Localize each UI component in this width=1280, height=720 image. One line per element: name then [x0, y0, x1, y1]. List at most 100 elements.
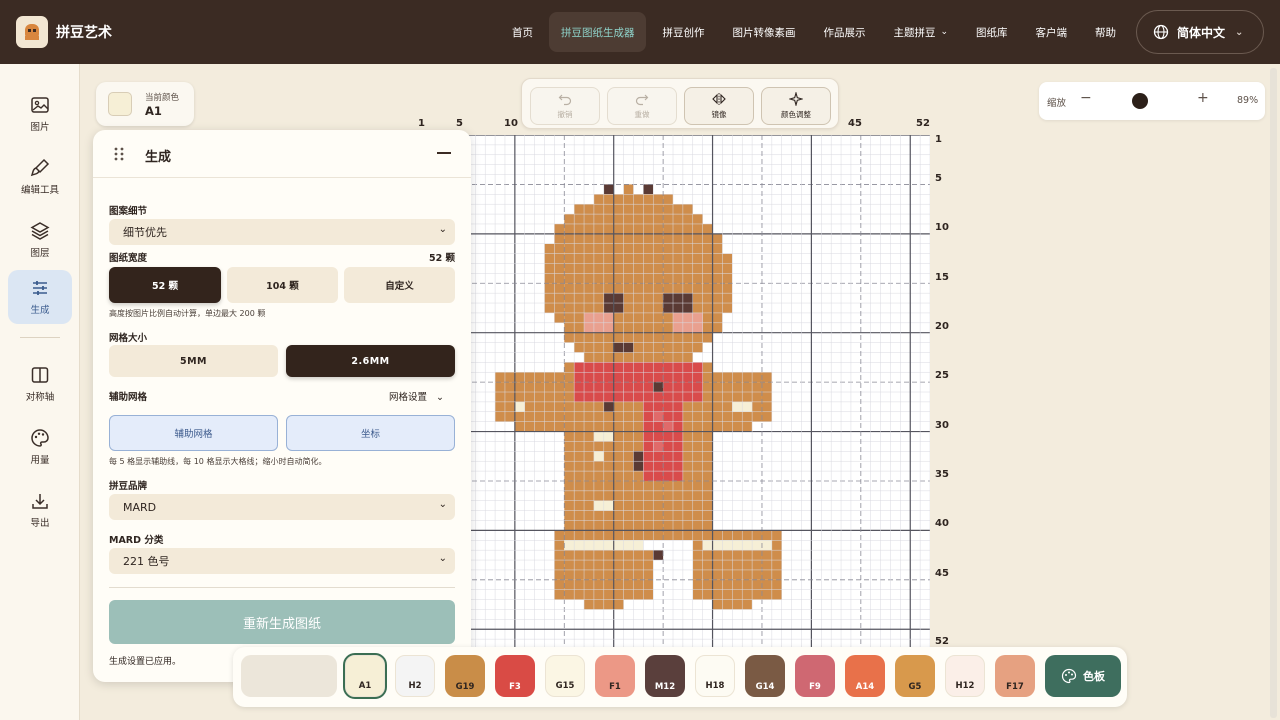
bead-cell[interactable]	[584, 540, 594, 551]
bead-cell[interactable]	[593, 589, 604, 600]
mirror-button[interactable]: 镜像	[684, 87, 754, 125]
bead-cell[interactable]	[663, 312, 674, 323]
bead-cell[interactable]	[603, 263, 614, 274]
bead-cell[interactable]	[643, 362, 654, 373]
bead-cell[interactable]	[643, 490, 654, 501]
bead-cell[interactable]	[554, 421, 565, 432]
bead-cell[interactable]	[603, 599, 614, 610]
bead-cell[interactable]	[692, 441, 703, 452]
bead-cell[interactable]	[702, 273, 713, 284]
bead-cell[interactable]	[603, 243, 614, 254]
regenerate-button[interactable]: 重新生成图纸	[109, 600, 455, 644]
bead-cell[interactable]	[663, 342, 674, 353]
bead-cell[interactable]	[752, 401, 762, 412]
bead-cell[interactable]	[673, 520, 683, 531]
bead-cell[interactable]	[692, 223, 703, 234]
bead-cell[interactable]	[722, 283, 733, 294]
bead-cell[interactable]	[712, 530, 723, 541]
bead-cell[interactable]	[584, 451, 594, 462]
bead-cell[interactable]	[692, 500, 703, 511]
bead-cell[interactable]	[692, 540, 703, 551]
bead-cell[interactable]	[613, 411, 624, 422]
bead-cell[interactable]	[712, 253, 723, 264]
bead-cell[interactable]	[663, 461, 674, 472]
bead-cell[interactable]	[692, 273, 703, 284]
bead-cell[interactable]	[702, 431, 713, 442]
bead-cell[interactable]	[564, 471, 575, 481]
bead-cell[interactable]	[603, 579, 614, 590]
bead-cell[interactable]	[722, 372, 733, 383]
redo-button[interactable]: 重做	[607, 87, 677, 125]
page-scrollbar[interactable]	[1270, 68, 1277, 718]
nav-item[interactable]: 图片转像素画	[720, 12, 807, 52]
bead-cell[interactable]	[712, 540, 723, 551]
bead-cell[interactable]	[643, 500, 654, 511]
bead-cell[interactable]	[663, 253, 674, 264]
bead-cell[interactable]	[544, 303, 555, 313]
bead-cell[interactable]	[574, 392, 585, 402]
bead-cell[interactable]	[712, 579, 723, 590]
bead-cell[interactable]	[653, 401, 664, 412]
bead-cell[interactable]	[593, 342, 604, 353]
bead-cell[interactable]	[682, 431, 693, 442]
app-logo[interactable]	[16, 16, 48, 48]
bead-cell[interactable]	[742, 372, 753, 383]
nav-item[interactable]: 客户端	[1024, 12, 1080, 52]
bead-cell[interactable]	[593, 392, 604, 402]
bead-cell[interactable]	[643, 431, 654, 442]
bead-cell[interactable]	[692, 312, 703, 323]
bead-cell[interactable]	[702, 569, 713, 580]
bead-cell[interactable]	[663, 362, 674, 373]
bead-cell[interactable]	[544, 243, 555, 254]
bead-cell[interactable]	[712, 392, 723, 402]
bead-cell[interactable]	[544, 392, 555, 402]
bead-cell[interactable]	[603, 520, 614, 531]
bead-cell[interactable]	[633, 293, 644, 304]
brand-name[interactable]: 拼豆艺术	[56, 22, 112, 42]
bead-cell[interactable]	[623, 401, 634, 412]
palette-chip[interactable]: H2	[395, 655, 435, 697]
bead-cell[interactable]	[653, 451, 664, 462]
bead-cell[interactable]	[712, 233, 723, 244]
bead-cell[interactable]	[663, 480, 674, 491]
bead-cell[interactable]	[623, 283, 634, 294]
bead-cell[interactable]	[633, 392, 644, 402]
bead-cell[interactable]	[574, 411, 585, 422]
bead-cell[interactable]	[722, 303, 733, 313]
bead-cell[interactable]	[702, 411, 713, 422]
bead-cell[interactable]	[682, 421, 693, 432]
bead-cell[interactable]	[702, 530, 713, 541]
bead-cell[interactable]	[593, 233, 604, 244]
sidebar-item[interactable]: 编辑工具	[8, 150, 72, 204]
bead-cell[interactable]	[613, 589, 624, 600]
bead-cell[interactable]	[633, 332, 644, 343]
bead-cell[interactable]	[633, 382, 644, 393]
bead-cell[interactable]	[593, 372, 604, 383]
bead-cell[interactable]	[682, 303, 693, 313]
sidebar-item[interactable]: 导出	[8, 483, 72, 537]
bead-cell[interactable]	[692, 560, 703, 570]
bead-cell[interactable]	[653, 520, 664, 531]
bead-cell[interactable]	[673, 461, 683, 472]
bead-cell[interactable]	[574, 431, 585, 442]
bead-cell[interactable]	[771, 579, 782, 590]
bead-cell[interactable]	[702, 362, 713, 373]
bead-cell[interactable]	[653, 194, 664, 205]
palette-chip[interactable]: A1	[343, 653, 387, 699]
bead-cell[interactable]	[663, 471, 674, 481]
bead-cell[interactable]	[544, 293, 555, 304]
bead-cell[interactable]	[722, 273, 733, 284]
bead-cell[interactable]	[603, 550, 614, 561]
bead-cell[interactable]	[633, 283, 644, 294]
bead-cell[interactable]	[761, 550, 772, 561]
bead-cell[interactable]	[623, 194, 634, 205]
bead-cell[interactable]	[564, 382, 575, 393]
bead-cell[interactable]	[682, 322, 693, 333]
bead-cell[interactable]	[554, 312, 565, 323]
bead-cell[interactable]	[673, 223, 683, 234]
bead-cell[interactable]	[712, 401, 723, 412]
bead-cell[interactable]	[564, 480, 575, 491]
bead-cell[interactable]	[564, 560, 575, 570]
bead-cell[interactable]	[752, 589, 762, 600]
bead-cell[interactable]	[633, 530, 644, 541]
